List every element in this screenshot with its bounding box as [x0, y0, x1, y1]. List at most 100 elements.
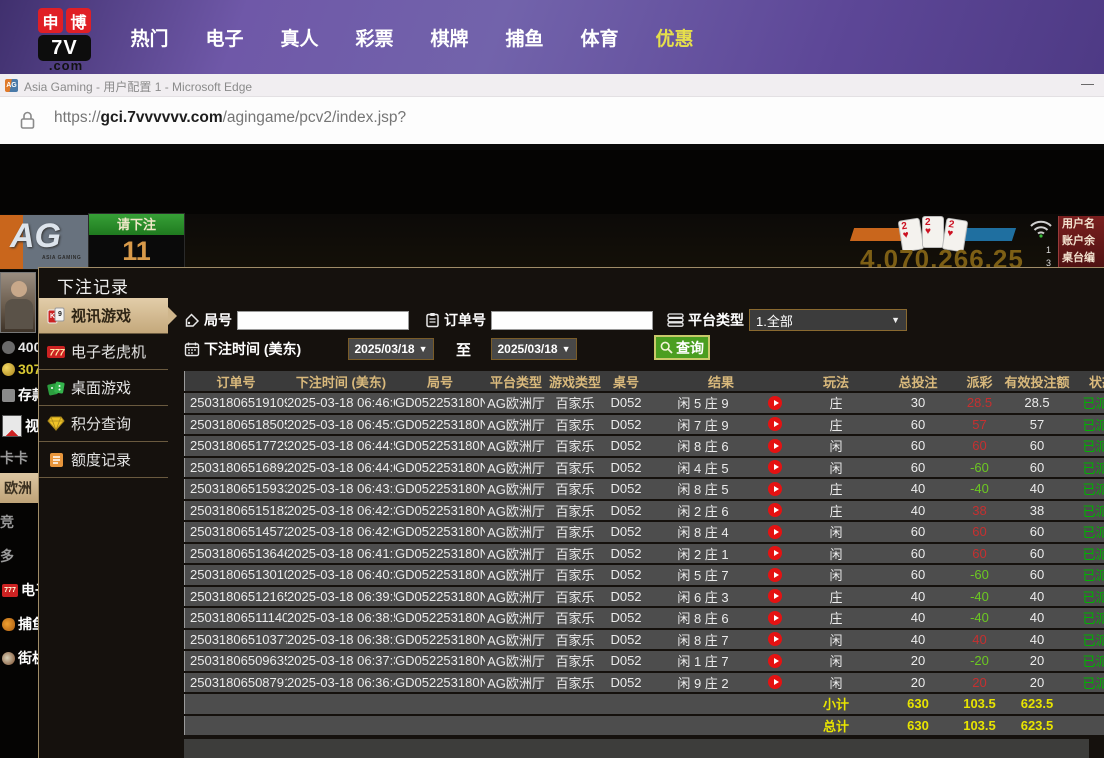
nav-item-6[interactable]: 体育 [562, 24, 637, 51]
table-row: 2503180651910992025-03-18 06:46:06GD0522… [184, 393, 1104, 413]
table-row: 2503180651518202025-03-18 06:42:37GD0522… [184, 501, 1104, 521]
page-strip-item-5[interactable]: 欧洲 [0, 473, 38, 503]
replay-button[interactable] [768, 546, 782, 560]
cell-payout: 60 [957, 524, 1002, 539]
replay-button[interactable] [768, 568, 782, 582]
nav-item-2[interactable]: 真人 [262, 24, 337, 51]
replay-button[interactable] [768, 482, 782, 496]
cell-time: 2025-03-18 06:43:18 [287, 481, 395, 496]
cell-table: D052 [603, 524, 649, 539]
cell-bet: 闲 [793, 673, 879, 692]
page-strip-item-8[interactable]: 777电子 [0, 579, 38, 601]
cell-summary-stake: 630 [879, 718, 957, 733]
page-strip-label: 电子 [21, 580, 38, 600]
cell-status: 已派彩 [1072, 630, 1104, 649]
cell-status: 已派彩 [1072, 479, 1104, 498]
replay-button[interactable] [768, 525, 782, 539]
avatar[interactable] [0, 272, 36, 333]
nav-item-0[interactable]: 热门 [112, 24, 187, 51]
cell-order: 250318065087910 [185, 675, 287, 690]
replay-button[interactable] [768, 460, 782, 474]
sidebar-item-1[interactable]: 777电子老虎机 [39, 334, 168, 370]
page-strip-item-1[interactable]: 307. [0, 359, 38, 379]
cell-valid: 40 [1002, 610, 1072, 625]
bet-table: 订单号下注时间 (美东)局号平台类型游戏类型桌号结果玩法总投注派彩有效投注额状态… [184, 371, 1104, 735]
cell-bet: 庄 [793, 608, 879, 627]
cell-round: GD052253180NN [395, 546, 485, 561]
replay-button[interactable] [768, 675, 782, 689]
cell-round: GD052253180NU [395, 395, 485, 410]
cell-table: D052 [603, 567, 649, 582]
to-label: 至 [456, 339, 471, 360]
cell-table: D052 [603, 653, 649, 668]
cell-result: 闲 7 庄 9 [649, 415, 757, 434]
cell-result: 闲 8 庄 6 [649, 436, 757, 455]
table-row: 2503180651772922025-03-18 06:44:53GD0522… [184, 436, 1104, 456]
modal-content: 局号 订单号 平台类型 1.全部 ▼ [168, 298, 1104, 758]
nav-item-4[interactable]: 棋牌 [412, 24, 487, 51]
minimize-button[interactable]: — [1081, 76, 1094, 91]
cell-replay [757, 675, 793, 689]
replay-button[interactable] [768, 439, 782, 453]
round-input[interactable] [237, 311, 409, 330]
replay-button[interactable] [768, 503, 782, 517]
replay-button[interactable] [768, 654, 782, 668]
url-text[interactable]: https://gci.7vvvvvv.com/agingame/pcv2/in… [54, 109, 406, 127]
replay-button[interactable] [768, 632, 782, 646]
cell-summary-payout: 103.5 [957, 718, 1002, 733]
cell-game: 百家乐 [547, 522, 603, 541]
replay-button[interactable] [768, 417, 782, 431]
page-strip-item-4[interactable]: 卡卡 [0, 449, 38, 467]
address-bar[interactable]: https://gci.7vvvvvv.com/agingame/pcv2/in… [0, 97, 1104, 144]
page-strip-item-9[interactable]: 捕鱼 [0, 611, 38, 637]
cell-stake: 20 [879, 653, 957, 668]
search-button[interactable]: 查询 [654, 335, 710, 360]
cell-order: 250318065111403 [185, 610, 287, 625]
page-strip-item-3[interactable]: 视讯 [0, 411, 38, 441]
cell-valid: 20 [1002, 653, 1072, 668]
cell-order: 250318065177292 [185, 438, 287, 453]
table-row: 2503180651850502025-03-18 06:45:34GD0522… [184, 415, 1104, 435]
nav-item-5[interactable]: 捕鱼 [487, 24, 562, 51]
table-row: 2503180651689232025-03-18 06:44:09GD0522… [184, 458, 1104, 478]
sidebar-item-label: 额度记录 [71, 449, 131, 470]
page-strip-item-7[interactable]: 多 [0, 547, 38, 565]
order-input[interactable] [491, 311, 653, 330]
cell-table: D052 [603, 417, 649, 432]
bet-countdown-box: 请下注 11 [88, 213, 185, 270]
page-strip-item-0[interactable]: 4003 [0, 337, 38, 357]
site-logo[interactable]: 申 博 7V .com [38, 8, 94, 74]
search-button-label: 查询 [676, 338, 704, 358]
page-strip-item-6[interactable]: 竞 [0, 513, 38, 531]
browser-titlebar[interactable]: AG Asia Gaming - 用户配置 1 - Microsoft Edge… [0, 74, 1104, 97]
cell-stake: 40 [879, 589, 957, 604]
platform-select[interactable]: 1.全部 ▼ [749, 309, 907, 331]
cell-platform: AG欧洲厅 [485, 458, 547, 477]
nav-item-3[interactable]: 彩票 [337, 24, 412, 51]
header-11: 状态 [1072, 372, 1104, 391]
sidebar-item-2[interactable]: 桌面游戏 [39, 370, 168, 406]
date-from-select[interactable]: 2025/03/18▼ [348, 338, 434, 360]
sidebar-item-3[interactable]: 积分查询 [39, 406, 168, 442]
cell-time: 2025-03-18 06:39:51 [287, 589, 395, 604]
page-strip-item-2[interactable]: 存款 [0, 385, 38, 405]
replay-button[interactable] [768, 611, 782, 625]
cell-replay [757, 417, 793, 431]
cell-payout: 60 [957, 438, 1002, 453]
replay-button[interactable] [768, 396, 782, 410]
nav-menu: 热门电子真人彩票棋牌捕鱼体育优惠 [112, 0, 712, 74]
cell-round: GD052253180NR [395, 460, 485, 475]
nav-item-7[interactable]: 优惠 [637, 24, 712, 51]
cell-summary-valid: 623.5 [1002, 696, 1072, 711]
nav-item-1[interactable]: 电子 [187, 24, 262, 51]
platform-select-value: 1.全部 [756, 311, 793, 330]
table-row: 2503180651301072025-03-18 06:40:36GD0522… [184, 565, 1104, 585]
date-to-select[interactable]: 2025/03/18▼ [491, 338, 577, 360]
slot-icon: 777 [2, 584, 18, 597]
sidebar-item-4[interactable]: 额度记录 [39, 442, 168, 478]
replay-button[interactable] [768, 589, 782, 603]
sidebar-item-0[interactable]: K9视讯游戏 [39, 298, 168, 334]
page-strip-item-10[interactable]: 街机 [0, 645, 38, 671]
calendar-icon [184, 341, 200, 357]
game-strip: AG ASIA GAMING 请下注 11 2♥2♥2♥ 4,070,266.2… [0, 214, 1104, 270]
